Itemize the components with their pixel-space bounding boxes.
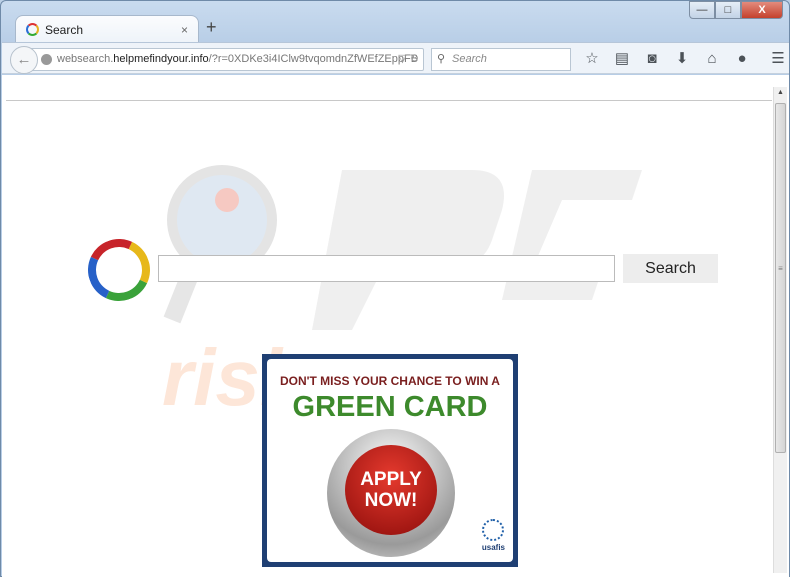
maximize-button[interactable]: □	[715, 1, 741, 19]
reload-icon[interactable]: ↻	[410, 53, 419, 65]
tab-favicon-icon	[26, 23, 39, 36]
pocket-icon[interactable]: ◙	[637, 49, 667, 69]
navigation-toolbar: websearch.helpmefindyour.info/?r=0XDKe3i…	[2, 42, 789, 74]
ad-headline: DON'T MISS YOUR CHANCE TO WIN A	[280, 374, 500, 388]
menu-icon[interactable]: ☰	[763, 49, 790, 69]
url-domain: helpmefindyour.info	[113, 53, 209, 65]
scroll-up-arrow-icon[interactable]: ▲	[777, 89, 784, 96]
search-input[interactable]	[158, 255, 615, 282]
tab-title: Search	[45, 22, 84, 37]
star-icon[interactable]: ☆	[577, 49, 607, 69]
download-icon[interactable]: ⬇	[667, 49, 697, 69]
url-controls: ▽ ↻	[398, 49, 419, 70]
usafis-logo: usafis	[482, 519, 505, 552]
dropdown-icon[interactable]: ▽	[398, 53, 406, 65]
window-controls: — □ X	[689, 1, 783, 19]
green-card-ad[interactable]: DON'T MISS YOUR CHANCE TO WIN A GREEN CA…	[262, 354, 518, 567]
search-box[interactable]: ⚲ Search	[431, 48, 571, 71]
search-placeholder: Search	[452, 53, 487, 65]
apply-now-button[interactable]: APPLY NOW!	[327, 429, 455, 557]
now-label: NOW!	[364, 490, 418, 511]
tab-close-icon[interactable]: ×	[181, 23, 188, 37]
url-path: /?r=0XDKe3i4IClw9tvqomdnZfWEfZEppFB	[208, 53, 419, 65]
ad-body: DON'T MISS YOUR CHANCE TO WIN A GREEN CA…	[267, 359, 513, 562]
new-tab-button[interactable]: +	[206, 17, 217, 38]
minimize-button[interactable]: —	[689, 1, 715, 19]
vertical-scrollbar[interactable]: ▲ ≡	[773, 87, 787, 573]
url-prefix: websearch.	[57, 53, 114, 65]
chat-icon[interactable]: ●	[727, 49, 757, 69]
reading-list-icon[interactable]: ▤	[607, 49, 637, 69]
home-icon[interactable]: ⌂	[697, 49, 727, 69]
url-bar[interactable]: websearch.helpmefindyour.info/?r=0XDKe3i…	[26, 48, 424, 71]
scrollbar-thumb[interactable]: ≡	[775, 103, 786, 453]
close-window-button[interactable]: X	[741, 1, 783, 19]
toolbar-icons: ☆ ▤ ◙ ⬇ ⌂ ● ☰	[577, 49, 790, 69]
apply-label: APPLY	[360, 469, 422, 490]
usafis-brand: usafis	[481, 543, 505, 552]
apply-now-face: APPLY NOW!	[345, 445, 437, 535]
browser-window: — □ X Search × + websearch.helpmefindyou…	[0, 0, 790, 577]
search-button[interactable]: Search	[623, 254, 718, 283]
search-icon: ⚲	[437, 53, 446, 65]
search-logo-icon	[79, 230, 159, 310]
divider	[6, 100, 772, 101]
page-content: risk.com Search DON'T MISS YOUR CHANCE T…	[2, 75, 789, 577]
back-button[interactable]: ←	[10, 46, 38, 74]
tab-search[interactable]: Search ×	[15, 15, 199, 43]
globe-icon	[41, 54, 52, 65]
usafis-seal-icon	[482, 519, 505, 541]
ad-title: GREEN CARD	[292, 391, 488, 423]
